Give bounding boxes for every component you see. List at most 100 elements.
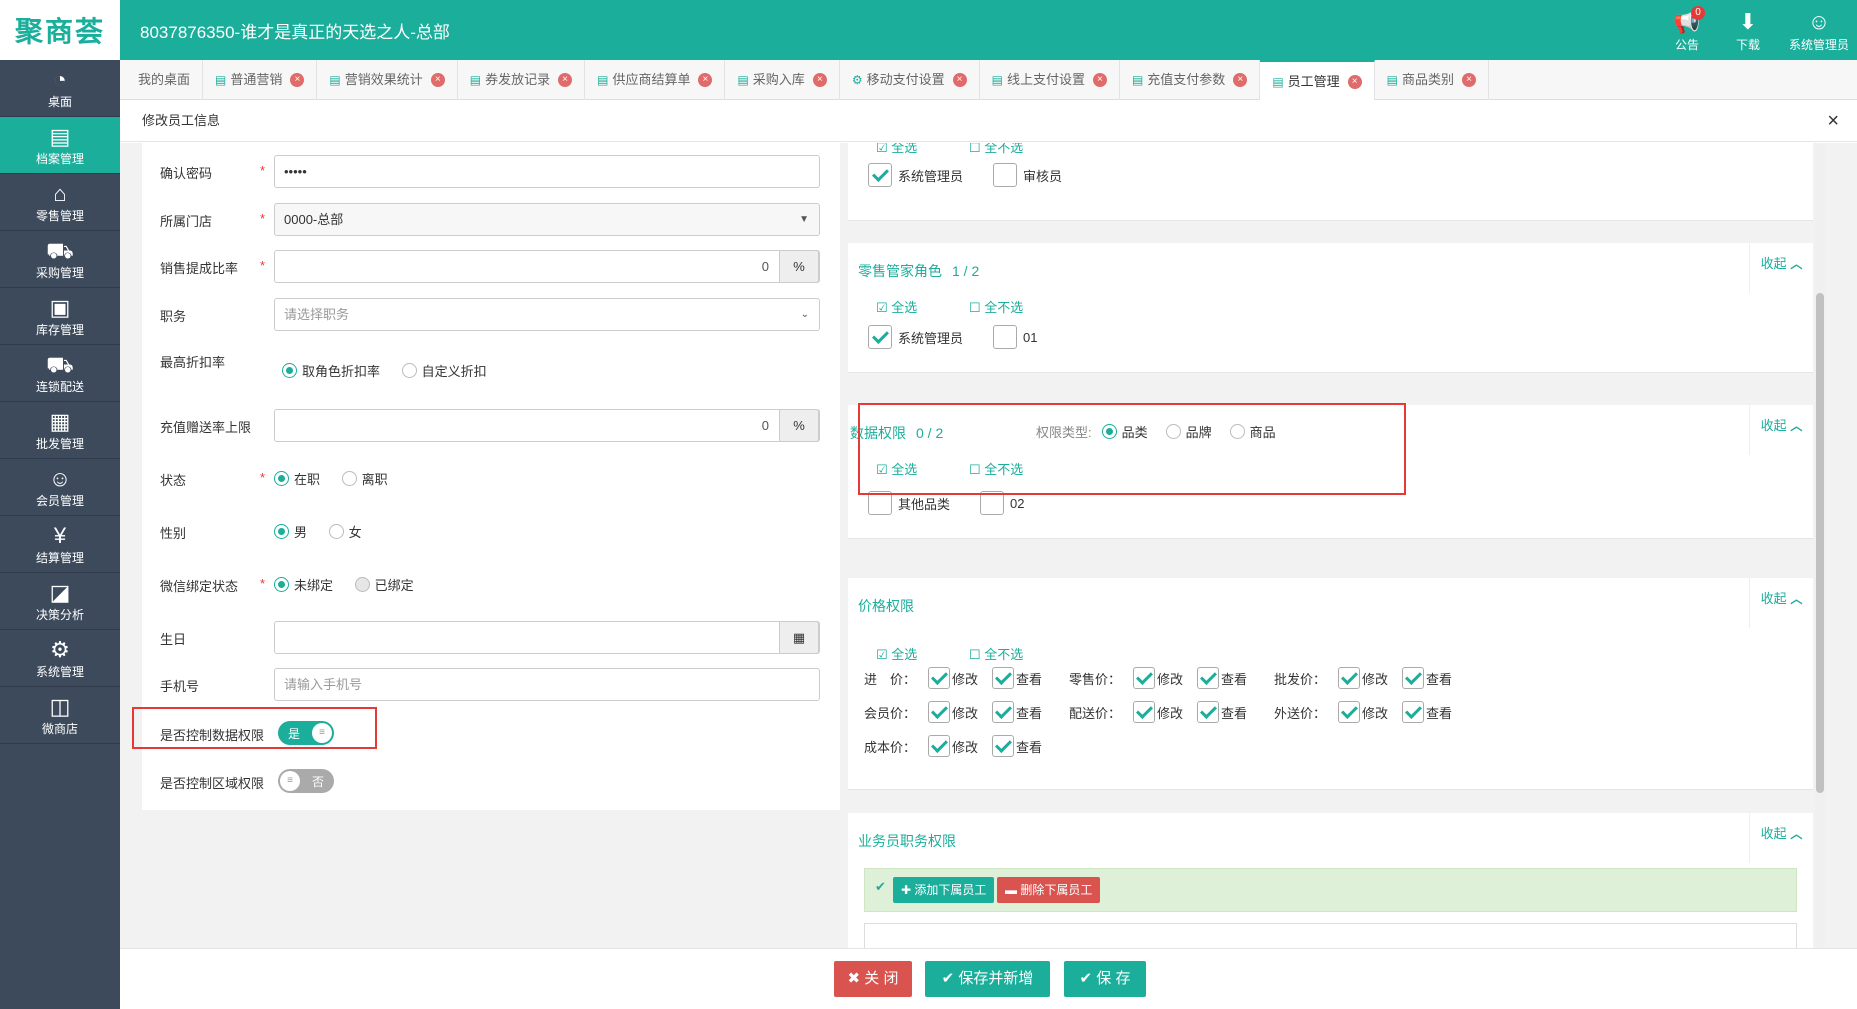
save-and-new-button[interactable]: ✔ 保存并新增 [925, 961, 1050, 997]
notice-button[interactable]: 📢 0 公告 [1657, 6, 1717, 54]
remove-subordinate-button[interactable]: ▬ 删除下属员工 [997, 877, 1101, 903]
calendar-icon[interactable]: ▦ [779, 621, 819, 654]
sidebar-item-desktop[interactable]: ◔ 桌面 [0, 60, 120, 117]
tab-mobile-pay[interactable]: ⚙ 移动支付设置 × [840, 60, 980, 100]
subordinate-table [864, 923, 1797, 948]
checkbox-edit[interactable] [928, 701, 950, 723]
sidebar-item-inventory[interactable]: ▣ 库存管理 [0, 288, 120, 345]
tab-online-pay[interactable]: ▤ 线上支付设置 × [980, 60, 1120, 100]
radio-employed[interactable]: 在职 [274, 469, 320, 488]
close-icon[interactable]: × [1827, 100, 1839, 142]
close-icon[interactable]: × [1092, 73, 1107, 87]
close-icon[interactable]: × [952, 73, 967, 87]
radio-male[interactable]: 男 [274, 522, 307, 541]
close-icon[interactable]: × [1462, 73, 1477, 87]
checkbox-edit[interactable] [1133, 667, 1155, 689]
deselect-all-link[interactable]: ☐ 全不选 [969, 143, 1047, 155]
area-perm-ctrl-row: 是否控制区域权限 否 ≡ [142, 761, 840, 801]
checkbox-view[interactable] [992, 667, 1015, 689]
collapse-button[interactable]: 收起 ︿ [1749, 813, 1813, 863]
tab-product-category[interactable]: ▤ 商品类别 × [1375, 60, 1490, 100]
deselect-all-link[interactable]: ☐ 全不选 [969, 300, 1047, 315]
sidebar-item-member[interactable]: ☺ 会员管理 [0, 459, 120, 516]
checkbox-view[interactable] [1197, 667, 1220, 689]
collapse-button[interactable]: 收起 ︿ [1749, 243, 1813, 293]
sidebar-item-purchase[interactable]: ⛟ 采购管理 [0, 231, 120, 288]
checkbox-edit[interactable] [928, 667, 950, 689]
tab-supplier-settlement[interactable]: ▤ 供应商结算单 × [585, 60, 726, 100]
close-icon[interactable]: × [1233, 73, 1248, 87]
store-select[interactable]: 0000-总部 ▼ [274, 203, 820, 236]
edit-employee-dialog: 修改员工信息 × 确认密码 * ••••• 所属门店 * 0000-总部 ▼ 销售提成… [120, 100, 1857, 1009]
collapse-button[interactable]: 收起 ︿ [1749, 405, 1813, 455]
store-row: 所属门店 * 0000-总部 ▼ [142, 199, 840, 239]
radio-resigned[interactable]: 离职 [341, 469, 388, 488]
sidebar-item-analysis[interactable]: ◪ 决策分析 [0, 573, 120, 630]
area-perm-toggle[interactable]: 否 ≡ [278, 769, 334, 793]
select-all-link[interactable]: ☑ 全选 [876, 143, 941, 155]
sidebar-item-wholesale[interactable]: ▦ 批发管理 [0, 402, 120, 459]
checkbox-view[interactable] [992, 701, 1015, 723]
tab-normal-marketing[interactable]: ▤ 普通营销 × [203, 60, 318, 100]
user-menu[interactable]: ☺ 系统管理员 [1784, 8, 1854, 54]
sidebar-item-settlement[interactable]: ¥ 结算管理 [0, 516, 120, 573]
checkbox-edit[interactable] [928, 735, 950, 757]
sidebar-item-microshop[interactable]: ◫ 微商店 [0, 687, 120, 744]
radio-female[interactable]: 女 [328, 522, 362, 541]
checkbox-edit[interactable] [1338, 667, 1360, 689]
tab-coupon-records[interactable]: ▤ 券发放记录 × [458, 60, 586, 100]
select-all-link[interactable]: ☑ 全选 [876, 647, 941, 662]
position-select[interactable]: 请选择职务 ⌄ [274, 298, 820, 331]
select-all-link[interactable]: ☑ 全选 [876, 300, 941, 315]
deselect-all-link[interactable]: ☐ 全不选 [969, 647, 1047, 662]
close-icon[interactable]: × [698, 73, 713, 87]
sidebar-item-archive[interactable]: ▤ 档案管理 [0, 117, 120, 174]
commission-input[interactable]: 0% [274, 250, 820, 283]
tab-marketing-stats[interactable]: ▤ 营销效果统计 × [317, 60, 458, 100]
role-card-partial: ☑ 全选 ☐ 全不选 系统管理员 审核员 [848, 143, 1813, 221]
radio-unbound[interactable]: 未绑定 [274, 575, 333, 594]
checkbox-system-admin[interactable] [868, 163, 892, 187]
close-button[interactable]: ✖ 关 闭 [834, 961, 912, 997]
checkbox-view[interactable] [1197, 701, 1220, 723]
tab-bar: 我的桌面 ▤ 普通营销 × ▤ 营销效果统计 × ▤ 券发放记录 × ▤ 供应商结算单 × ▤ 采… [120, 60, 1857, 101]
scrollbar[interactable] [1815, 143, 1825, 948]
tab-purchase-in[interactable]: ▤ 采购入库 × [725, 60, 840, 100]
confirm-password-field[interactable]: ••••• [274, 155, 820, 188]
notice-badge: 0 [1691, 6, 1705, 20]
checkbox-edit[interactable] [1133, 701, 1155, 723]
close-icon[interactable]: × [1347, 74, 1362, 89]
sidebar-item-distribution[interactable]: ⛟ 连锁配送 [0, 345, 120, 402]
gears-icon: ⚙ [851, 73, 863, 87]
close-icon[interactable]: × [430, 73, 445, 87]
sales-perm-card: 业务员职务权限 收起 ︿ ✔ ✚ 添加下属员工 ▬ 删除下属员工 [848, 813, 1813, 948]
chart-icon: ◪ [49, 580, 71, 605]
checkbox-view[interactable] [1402, 701, 1425, 723]
radio-role-discount[interactable]: 取角色折扣率 [282, 361, 380, 380]
checkbox-view[interactable] [1402, 667, 1425, 689]
add-subordinate-button[interactable]: ✚ 添加下属员工 [893, 877, 995, 903]
close-icon[interactable]: × [290, 73, 305, 87]
sidebar-item-system[interactable]: ⚙ 系统管理 [0, 630, 120, 687]
sidebar-item-retail[interactable]: ⌂ 零售管理 [0, 174, 120, 231]
radio-bound[interactable]: 已绑定 [354, 575, 414, 594]
phone-input[interactable]: 请输入手机号 [274, 668, 820, 701]
recharge-limit-input[interactable]: 0% [274, 409, 820, 442]
radio-custom-discount[interactable]: 自定义折扣 [401, 361, 487, 380]
checkbox-view[interactable] [992, 735, 1015, 757]
yen-icon: ¥ [53, 523, 67, 548]
close-icon[interactable]: × [812, 73, 827, 87]
close-icon[interactable]: × [558, 73, 573, 87]
tab-recharge-params[interactable]: ▤ 充值支付参数 × [1120, 60, 1261, 100]
checkbox-system-admin[interactable] [868, 325, 892, 349]
collapse-button[interactable]: 收起 ︿ [1749, 578, 1813, 628]
checkbox-role-01[interactable] [993, 325, 1018, 349]
scrollbar-thumb[interactable] [1816, 293, 1824, 793]
download-button[interactable]: ⬇ 下载 [1718, 8, 1778, 54]
tab-employee-mgmt[interactable]: ▤ 员工管理 × [1260, 60, 1375, 101]
tab-desktop[interactable]: 我的桌面 [126, 60, 204, 100]
save-button[interactable]: ✔ 保 存 [1064, 961, 1146, 997]
checkbox-edit[interactable] [1338, 701, 1360, 723]
checkbox-auditor[interactable] [993, 163, 1018, 187]
birthday-input[interactable]: ▦ [274, 621, 820, 654]
